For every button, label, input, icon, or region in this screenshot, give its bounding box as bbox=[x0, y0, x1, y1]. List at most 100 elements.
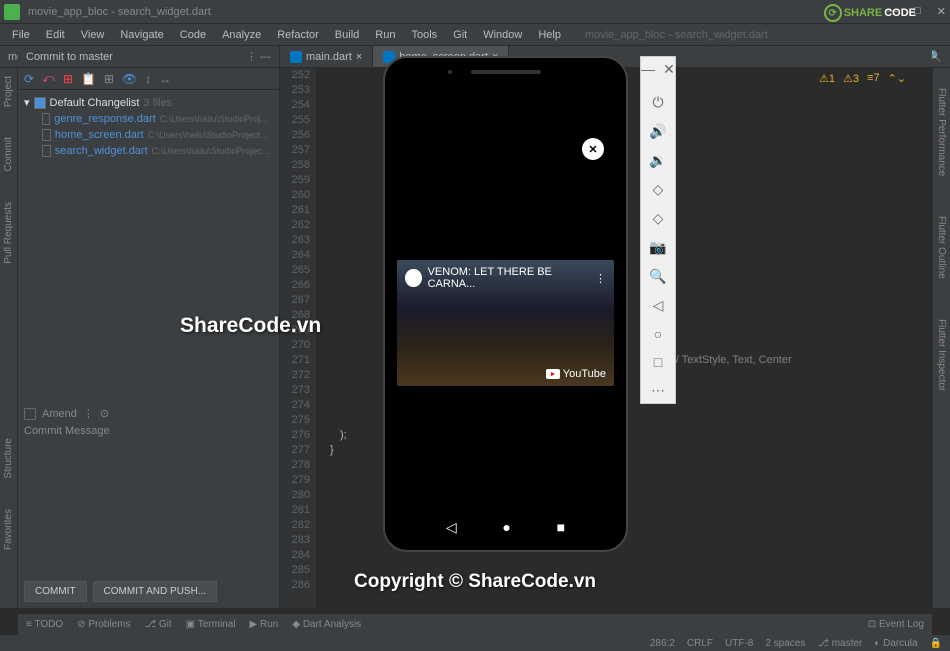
editor-tab[interactable]: main.dart× bbox=[280, 46, 373, 67]
rotate-right-icon[interactable]: ◇ bbox=[653, 210, 664, 227]
volume-down-icon[interactable]: 🔉 bbox=[649, 152, 666, 169]
shelve-icon[interactable]: 📋 bbox=[81, 72, 96, 86]
cursor-pos[interactable]: 286:2 bbox=[650, 638, 675, 649]
amend-row: Amend ⋮ ⊙ bbox=[24, 407, 109, 420]
menu-git[interactable]: Git bbox=[447, 27, 473, 43]
refresh-icon[interactable]: ⟳ bbox=[24, 72, 34, 86]
menu-view[interactable]: View bbox=[75, 27, 111, 43]
file-item[interactable]: home_screen.dartC:\Users\hailu\StudioPro… bbox=[24, 127, 273, 143]
gutter: 2522532542552562572582592602612622632642… bbox=[280, 68, 316, 608]
video-player[interactable]: VENOM: LET THERE BE CARNA... ⋮ YouTube bbox=[397, 260, 614, 386]
emu-minimize-icon[interactable]: — bbox=[641, 61, 655, 78]
history-icon[interactable]: ⊙ bbox=[100, 407, 109, 420]
android-nav: ◁ ● ■ bbox=[393, 519, 618, 536]
commit-tab[interactable]: Commit bbox=[3, 137, 14, 171]
flutter-inspector-tab[interactable]: Flutter Inspector bbox=[936, 319, 947, 391]
problems-tab[interactable]: ⊘ Problems bbox=[77, 619, 130, 630]
emulator-device: ✕ VENOM: LET THERE BE CARNA... ⋮ YouTube… bbox=[383, 56, 628, 552]
encoding[interactable]: UTF-8 bbox=[725, 638, 753, 649]
home-icon[interactable]: ● bbox=[502, 519, 510, 536]
lock-icon[interactable]: 🔒 bbox=[930, 638, 942, 649]
menu-title: movie_app_bloc - search_widget.dart bbox=[579, 27, 774, 43]
group-icon[interactable]: ⊞ bbox=[104, 72, 114, 86]
menu-help[interactable]: Help bbox=[532, 27, 567, 43]
close-video-button[interactable]: ✕ bbox=[582, 138, 604, 160]
left-tool-strip-bottom: Structure Favorites bbox=[0, 430, 18, 600]
back-icon[interactable]: ◁ bbox=[446, 519, 457, 536]
amend-label: Amend bbox=[42, 408, 77, 420]
project-tab[interactable]: Project bbox=[3, 76, 14, 107]
favorites-tab[interactable]: Favorites bbox=[3, 509, 14, 550]
rollback-icon[interactable]: ⤺ bbox=[42, 71, 55, 86]
expand-icon[interactable]: ↕ bbox=[145, 72, 151, 86]
window-title: movie_app_bloc - search_widget.dart bbox=[28, 6, 887, 18]
theme[interactable]: ◐ Darcula bbox=[874, 638, 917, 649]
app-icon bbox=[4, 4, 20, 20]
channel-avatar bbox=[405, 269, 422, 287]
line-ending[interactable]: CRLF bbox=[687, 638, 713, 649]
changelist-root[interactable]: ▾ Default Changelist 3 files bbox=[24, 94, 273, 111]
menu-file[interactable]: File bbox=[6, 27, 36, 43]
menu-build[interactable]: Build bbox=[329, 27, 365, 43]
more-icon[interactable]: ⋮ bbox=[595, 272, 606, 285]
menu-tools[interactable]: Tools bbox=[405, 27, 443, 43]
commit-push-button[interactable]: COMMIT AND PUSH... bbox=[93, 581, 218, 602]
emu-back-icon[interactable]: ◁ bbox=[653, 297, 664, 314]
file-item[interactable]: search_widget.dartC:\Users\hailu\StudioP… bbox=[24, 143, 273, 159]
emu-home-icon[interactable]: ○ bbox=[654, 326, 662, 342]
commit-header: Commit to master ⋮ — bbox=[18, 46, 279, 68]
menu-edit[interactable]: Edit bbox=[40, 27, 71, 43]
sharecode-logo: ⟳SHARECODE bbox=[824, 4, 918, 22]
flutter-perf-tab[interactable]: Flutter Performance bbox=[936, 88, 947, 176]
menu-code[interactable]: Code bbox=[174, 27, 212, 43]
menu-refactor[interactable]: Refactor bbox=[271, 27, 325, 43]
more-icon[interactable]: ⋮ bbox=[83, 407, 94, 420]
pullreq-tab[interactable]: Pull Requests bbox=[3, 202, 14, 264]
commit-buttons: COMMIT COMMIT AND PUSH... bbox=[24, 581, 217, 602]
title-bar: movie_app_bloc - search_widget.dart — □ … bbox=[0, 0, 950, 24]
close-icon[interactable]: ✕ bbox=[937, 5, 946, 18]
gear-icon[interactable]: ⋮ — bbox=[246, 50, 271, 63]
emu-overview-icon[interactable]: □ bbox=[654, 354, 662, 370]
video-title: VENOM: LET THERE BE CARNA... bbox=[428, 266, 589, 290]
indent[interactable]: 2 spaces bbox=[765, 638, 805, 649]
commit-panel: Commit to master ⋮ — ⟳ ⤺ ⊞ 📋 ⊞ 👁 ↕ ↔ ▾ D… bbox=[18, 46, 280, 608]
screenshot-icon[interactable]: 📷 bbox=[649, 239, 666, 256]
zoom-icon[interactable]: 🔍 bbox=[649, 268, 666, 285]
run-tab[interactable]: ▶ Run bbox=[250, 619, 279, 630]
emu-more-icon[interactable]: ⋯ bbox=[651, 382, 665, 399]
volume-up-icon[interactable]: 🔊 bbox=[649, 123, 666, 140]
view-icon[interactable]: 👁 bbox=[122, 72, 137, 86]
menu-window[interactable]: Window bbox=[477, 27, 528, 43]
git-branch[interactable]: ⎇ master bbox=[817, 638, 862, 649]
file-item[interactable]: genre_response.dartC:\Users\hailu\Studio… bbox=[24, 111, 273, 127]
changelist: ▾ Default Changelist 3 files genre_respo… bbox=[18, 90, 279, 163]
commit-button[interactable]: COMMIT bbox=[24, 581, 87, 602]
recent-icon[interactable]: ■ bbox=[557, 519, 565, 536]
collapse-icon[interactable]: ↔ bbox=[159, 72, 171, 86]
flutter-outline-tab[interactable]: Flutter Outline bbox=[936, 216, 947, 279]
menu-run[interactable]: Run bbox=[369, 27, 401, 43]
rotate-left-icon[interactable]: ◇ bbox=[653, 181, 664, 198]
youtube-icon bbox=[546, 369, 560, 379]
structure-tab[interactable]: Structure bbox=[3, 438, 14, 479]
amend-checkbox[interactable] bbox=[24, 408, 36, 420]
git-tab[interactable]: ⎇ Git bbox=[145, 619, 172, 630]
power-icon[interactable]: ⏻ bbox=[652, 94, 663, 111]
diff-icon[interactable]: ⊞ bbox=[63, 72, 73, 86]
commit-title: Commit to master bbox=[26, 51, 113, 63]
file-count: 3 files bbox=[143, 97, 172, 109]
todo-tab[interactable]: ≡ TODO bbox=[26, 619, 63, 630]
menu-analyze[interactable]: Analyze bbox=[216, 27, 267, 43]
emu-close-icon[interactable]: ✕ bbox=[663, 61, 675, 78]
bottom-tool-bar: ≡ TODO ⊘ Problems ⎇ Git ▣ Terminal ▶ Run… bbox=[18, 613, 932, 635]
close-tab-icon[interactable]: × bbox=[356, 51, 362, 63]
menu-navigate[interactable]: Navigate bbox=[114, 27, 169, 43]
terminal-tab[interactable]: ▣ Terminal bbox=[186, 619, 236, 630]
dart-tab[interactable]: ◆ Dart Analysis bbox=[292, 619, 361, 630]
commit-message[interactable]: Commit Message bbox=[24, 425, 273, 570]
commit-toolbar: ⟳ ⤺ ⊞ 📋 ⊞ 👁 ↕ ↔ bbox=[18, 68, 279, 90]
emulator-screen[interactable]: ✕ VENOM: LET THERE BE CARNA... ⋮ YouTube… bbox=[393, 66, 618, 542]
eventlog-tab[interactable]: ⊡ Event Log bbox=[868, 619, 924, 630]
status-bar: 286:2 CRLF UTF-8 2 spaces ⎇ master ◐ Dar… bbox=[0, 635, 950, 651]
